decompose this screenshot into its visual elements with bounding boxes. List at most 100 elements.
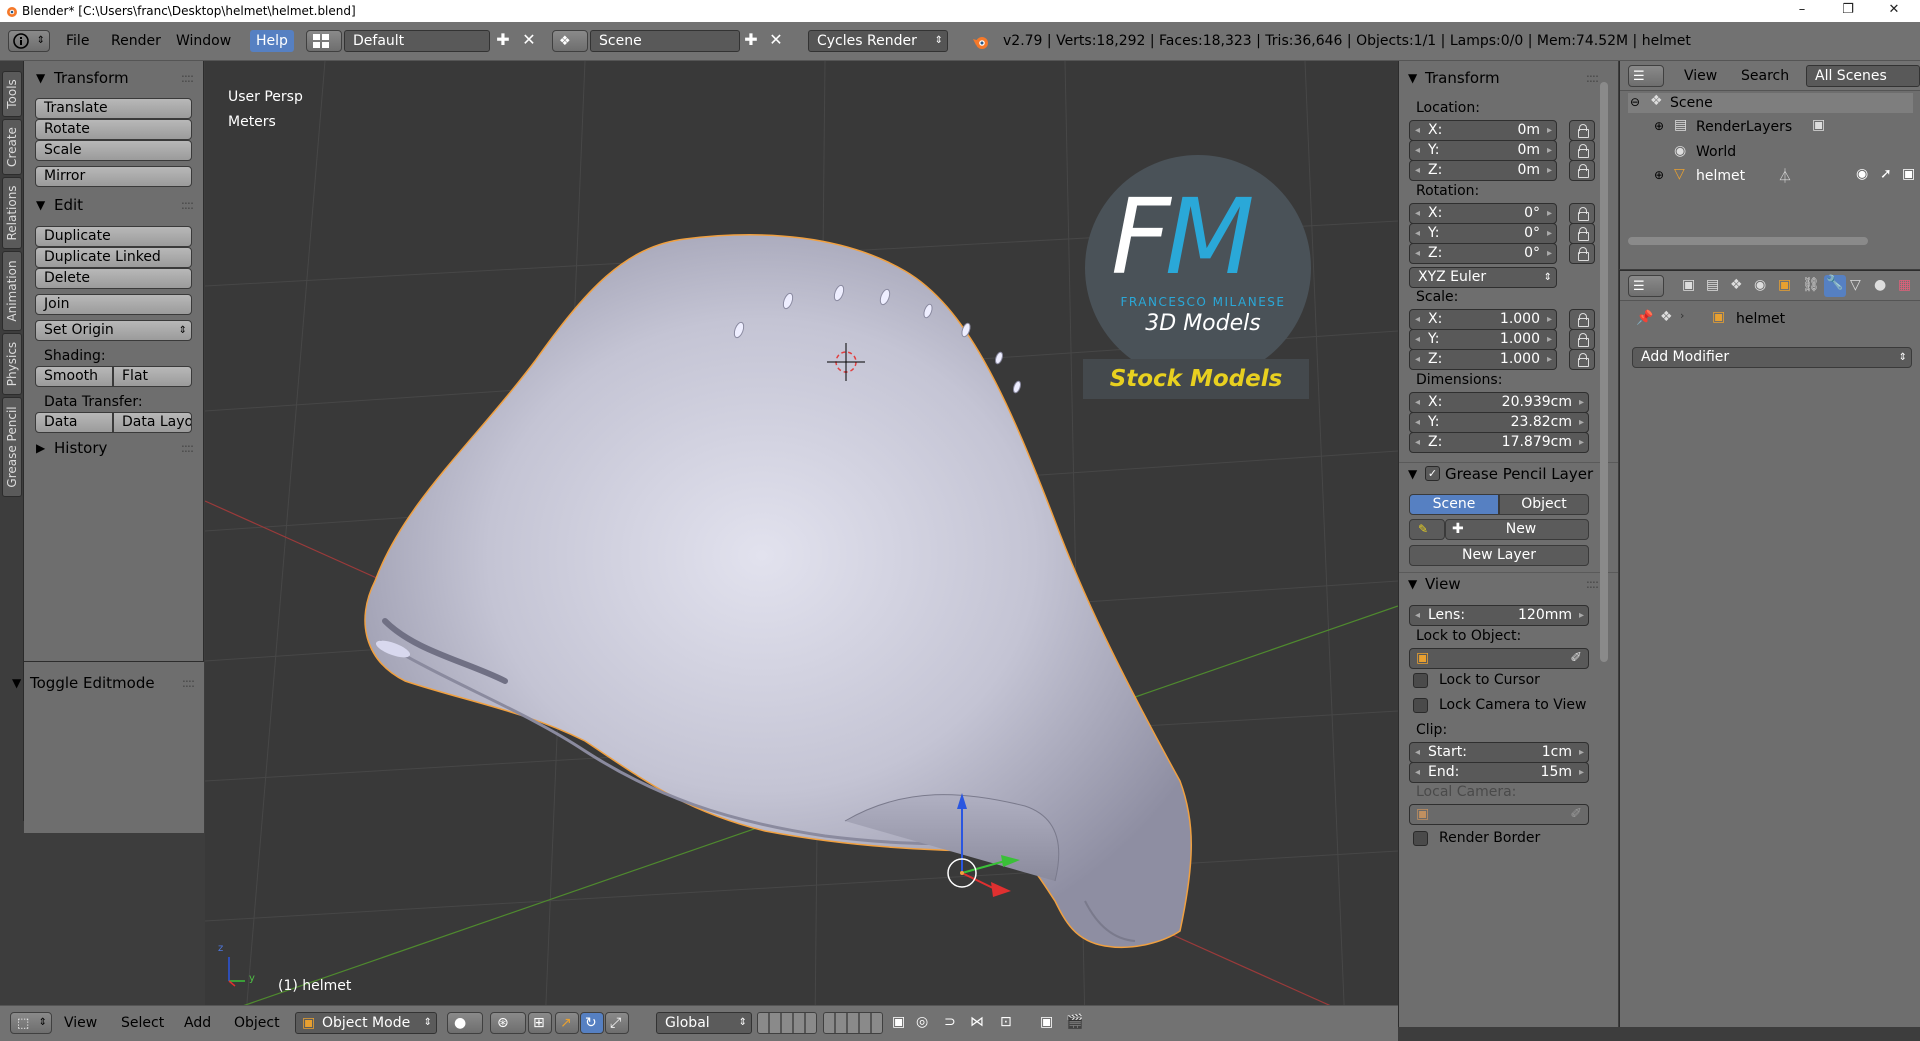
grease-object-toggle[interactable]: Object <box>1499 494 1589 515</box>
layout-browse-button[interactable] <box>306 30 342 52</box>
scale-x-field[interactable]: ◂ X: 1.000 ▸ <box>1409 309 1557 330</box>
maximize-button[interactable]: ❐ <box>1826 0 1870 22</box>
shading-mode-button[interactable]: ● <box>447 1012 483 1034</box>
snap-magnet-icon[interactable]: ⊃ <box>944 1014 956 1030</box>
panel-grease-pencil-header[interactable]: ▼ ✓ Grease Pencil Layer <box>1399 462 1618 484</box>
join-button[interactable]: Join <box>35 294 192 315</box>
3d-viewport[interactable]: User Persp Meters z y (1) helmet FM FRAN… <box>205 61 1398 1027</box>
expand-icon[interactable]: ⊕ <box>1654 168 1664 182</box>
scene-name-field[interactable]: Scene <box>590 30 740 52</box>
pin-icon[interactable]: 📌 <box>1636 310 1653 326</box>
close-button[interactable]: ✕ <box>1872 0 1916 22</box>
mirror-button[interactable]: Mirror <box>35 166 192 187</box>
object-tab-icon[interactable]: ▣ <box>1778 277 1791 293</box>
tab-grease-pencil[interactable]: Grease Pencil <box>2 397 22 497</box>
outliner-menu-search[interactable]: Search <box>1735 65 1795 87</box>
eyedropper-icon[interactable]: ✐ <box>1570 649 1582 668</box>
pivot-point-button[interactable]: ⊛ <box>490 1012 526 1034</box>
lock-location-z-icon[interactable] <box>1569 160 1595 181</box>
constraints-tab-icon[interactable]: ⛓ <box>1802 277 1820 293</box>
render-tab-icon[interactable]: ▣ <box>1682 277 1695 293</box>
lens-field[interactable]: ◂ Lens: 120mm ▸ <box>1409 605 1589 626</box>
layers-grid-1[interactable] <box>757 1012 817 1034</box>
properties-scrollbar[interactable] <box>1600 82 1608 662</box>
grease-scene-toggle[interactable]: Scene <box>1409 494 1499 515</box>
outliner-menu-view[interactable]: View <box>1678 65 1723 87</box>
rotation-x-field[interactable]: ◂ X: 0° ▸ <box>1409 203 1557 224</box>
duplicate-linked-button[interactable]: Duplicate Linked <box>35 247 192 268</box>
world-tab-icon[interactable]: ◉ <box>1754 277 1766 293</box>
scene-browse-button[interactable]: ❖ <box>552 30 588 52</box>
smooth-button[interactable]: Smooth <box>35 366 113 387</box>
tab-create[interactable]: Create <box>2 119 22 175</box>
properties-editor-type-button[interactable]: ☰ <box>1628 275 1664 297</box>
rotate-manipulator-toggle[interactable]: ↻ <box>580 1012 604 1034</box>
clip-end-field[interactable]: ◂ End: 15m ▸ <box>1409 762 1589 783</box>
add-modifier-select[interactable]: Add Modifier ⇕ <box>1632 347 1912 368</box>
menu-select[interactable]: Select <box>115 1012 170 1034</box>
grip-icon[interactable]: :::: <box>1586 573 1599 595</box>
scale-y-field[interactable]: ◂ Y: 1.000 ▸ <box>1409 329 1557 350</box>
grip-icon[interactable]: :::: <box>181 194 194 216</box>
menu-window[interactable]: Window <box>170 30 237 52</box>
data-tab-icon[interactable]: ▽ <box>1850 277 1861 293</box>
manipulator-toggle[interactable]: ⊞ <box>528 1012 552 1034</box>
menu-render[interactable]: Render <box>105 30 167 52</box>
lock-layers-icon[interactable]: ▣ <box>892 1014 905 1030</box>
scene-tab-icon[interactable]: ❖ <box>1730 277 1743 293</box>
scale-button[interactable]: Scale <box>35 140 192 161</box>
translate-button[interactable]: Translate <box>35 98 192 119</box>
menu-object[interactable]: Object <box>228 1012 286 1034</box>
render-border-checkbox[interactable] <box>1413 831 1428 846</box>
collapse-icon[interactable]: ⊖ <box>1630 95 1640 109</box>
modifiers-tab-icon[interactable]: 🔧 <box>1824 275 1846 297</box>
layout-add-icon[interactable]: ✚ <box>492 30 514 52</box>
tab-animation[interactable]: Animation <box>2 251 22 331</box>
duplicate-button[interactable]: Duplicate <box>35 226 192 247</box>
location-y-field[interactable]: ◂ Y: 0m ▸ <box>1409 140 1557 161</box>
translate-manipulator-toggle[interactable]: ↗ <box>555 1012 579 1034</box>
menu-help[interactable]: Help <box>250 30 294 52</box>
location-z-field[interactable]: ◂ Z: 0m ▸ <box>1409 160 1557 181</box>
clip-start-field[interactable]: ◂ Start: 1cm ▸ <box>1409 742 1589 763</box>
scale-z-field[interactable]: ◂ Z: 1.000 ▸ <box>1409 349 1557 370</box>
new-layer-button[interactable]: New Layer <box>1409 545 1589 566</box>
render-animation-icon[interactable]: 🎬 <box>1066 1014 1083 1030</box>
lock-rotation-z-icon[interactable] <box>1569 243 1595 264</box>
outliner-item-world[interactable]: World <box>1696 144 1736 160</box>
visibility-eye-icon[interactable]: ◉ <box>1856 166 1868 182</box>
data-layout-button[interactable]: Data Layo <box>113 412 192 433</box>
3d-editor-type-button[interactable]: ⬚ ⇕ <box>10 1012 52 1034</box>
panel-edit-header[interactable]: ▼ Edit:::: <box>24 194 203 216</box>
panel-n-transform-header[interactable]: ▼ Transform:::: <box>1399 67 1618 89</box>
scale-manipulator-toggle[interactable]: ⤢ <box>605 1012 629 1034</box>
delete-button[interactable]: Delete <box>35 268 192 289</box>
editor-type-info-button[interactable]: ⇕ <box>8 30 50 52</box>
orientation-select[interactable]: Global ⇕ <box>656 1012 752 1034</box>
render-opengl-icon[interactable]: ▣ <box>1040 1014 1053 1030</box>
outliner-item-renderlayers[interactable]: RenderLayers <box>1696 119 1792 135</box>
lock-to-cursor-checkbox[interactable] <box>1413 673 1428 688</box>
outliner-item-helmet[interactable]: helmet <box>1696 168 1745 184</box>
lock-location-y-icon[interactable] <box>1569 140 1595 161</box>
panel-view-header[interactable]: ▼ View:::: <box>1399 572 1618 594</box>
renderable-camera-icon[interactable]: ▣ <box>1902 166 1915 182</box>
flat-button[interactable]: Flat <box>113 366 192 387</box>
dimension-y-field[interactable]: ◂ Y: 23.82cm ▸ <box>1409 412 1589 433</box>
helmet-mesh[interactable] <box>364 234 1192 949</box>
local-camera-field[interactable]: ▣ ✐ <box>1409 804 1589 825</box>
lock-scale-y-icon[interactable] <box>1569 329 1595 350</box>
location-x-field[interactable]: ◂ X: 0m ▸ <box>1409 120 1557 141</box>
layout-name-field[interactable]: Default <box>344 30 490 52</box>
lock-camera-checkbox[interactable] <box>1413 698 1428 713</box>
snap-element-icon[interactable]: ⋈ <box>970 1014 984 1030</box>
grip-icon[interactable]: :::: <box>181 437 194 459</box>
lock-rotation-x-icon[interactable] <box>1569 203 1595 224</box>
tab-physics[interactable]: Physics <box>2 333 22 395</box>
layout-remove-icon[interactable]: ✕ <box>518 30 540 52</box>
tab-tools[interactable]: Tools <box>2 71 22 117</box>
lock-rotation-y-icon[interactable] <box>1569 223 1595 244</box>
texture-tab-icon[interactable]: ▦ <box>1898 277 1911 293</box>
menu-view[interactable]: View <box>58 1012 103 1034</box>
material-tab-icon[interactable]: ● <box>1874 277 1886 293</box>
